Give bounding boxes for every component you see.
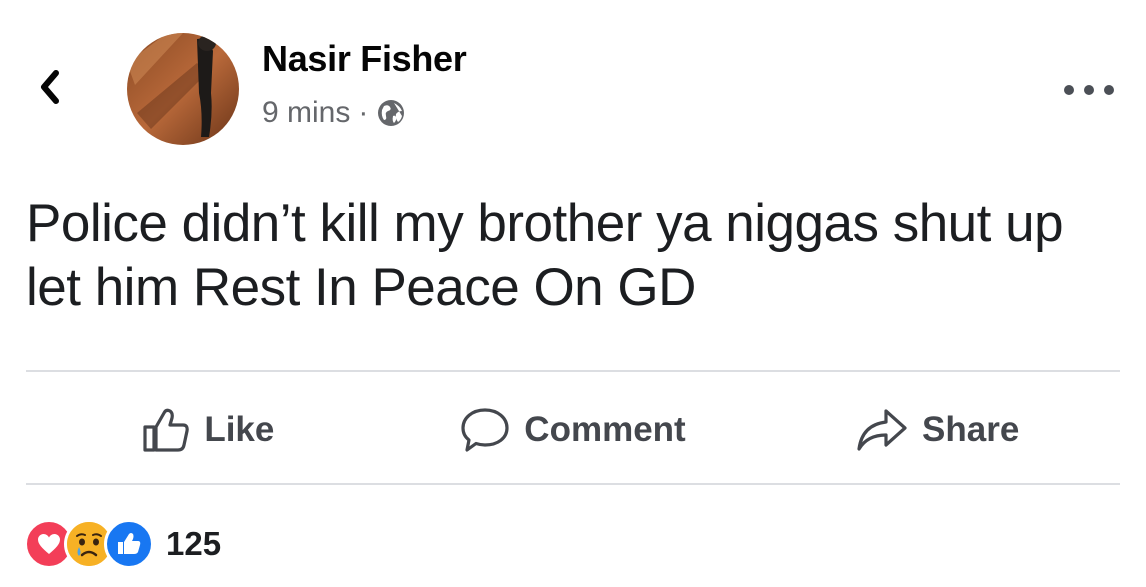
author-name[interactable]: Nasir Fisher [262, 38, 467, 80]
meta-separator: · [358, 96, 369, 129]
reaction-count: 125 [166, 525, 222, 562]
share-label: Share [922, 410, 1020, 449]
post-text: Police didn’t kill my brother ya niggas … [26, 194, 1064, 317]
chevron-left-icon [41, 70, 59, 104]
share-button[interactable]: Share [755, 407, 1120, 453]
divider [26, 370, 1120, 372]
avatar[interactable] [127, 33, 239, 145]
comment-bubble-icon [461, 408, 509, 452]
thumbs-up-icon [143, 408, 190, 452]
more-options-button[interactable] [1064, 78, 1114, 102]
more-dot-icon [1064, 85, 1074, 95]
like-label: Like [204, 410, 275, 449]
like-button[interactable]: Like [26, 407, 391, 453]
divider [26, 483, 1120, 485]
share-arrow-icon [857, 409, 907, 451]
more-dot-icon [1084, 85, 1094, 95]
post-meta: 9 mins · [262, 93, 406, 133]
action-bar: Like Comment Share [26, 384, 1120, 476]
comment-label: Comment [524, 410, 686, 449]
reactions-summary[interactable]: 125 [24, 516, 221, 572]
comment-button[interactable]: Comment [391, 407, 756, 453]
like-icon [104, 519, 154, 569]
back-button[interactable] [30, 62, 70, 112]
post-timestamp[interactable]: 9 mins [262, 96, 350, 130]
more-dot-icon [1104, 85, 1114, 95]
globe-icon [378, 100, 405, 126]
